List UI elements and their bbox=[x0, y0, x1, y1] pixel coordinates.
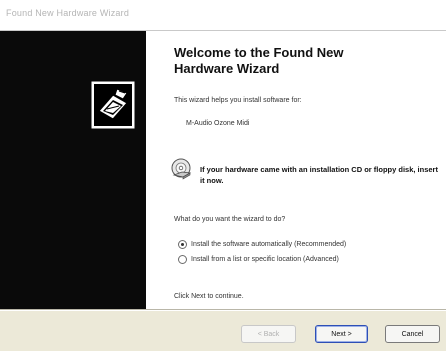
wizard-heading: Welcome to the Found New Hardware Wizard bbox=[174, 45, 344, 76]
hardware-install-icon bbox=[91, 81, 135, 129]
option-label: Install from a list or specific location… bbox=[191, 255, 339, 263]
back-button[interactable]: < Back bbox=[241, 325, 296, 343]
cd-instruction: If your hardware came with an installati… bbox=[200, 165, 438, 185]
radio-install-from-list[interactable] bbox=[178, 254, 187, 264]
option-label: Install the software automatically (Reco… bbox=[191, 240, 347, 248]
option-install-automatically[interactable]: Install the software automatically (Reco… bbox=[178, 238, 346, 250]
wizard-side-panel bbox=[0, 31, 146, 309]
cancel-button[interactable]: Cancel bbox=[385, 325, 440, 343]
device-name: M-Audio Ozone Midi bbox=[186, 120, 250, 127]
window-title: Found New Hardware Wizard bbox=[6, 8, 130, 18]
option-install-from-list[interactable]: Install from a list or specific location… bbox=[178, 253, 339, 265]
bottom-divider bbox=[0, 309, 446, 311]
cd-install-icon bbox=[171, 158, 192, 180]
title-bar[interactable]: Found New Hardware Wizard bbox=[0, 0, 446, 31]
radio-install-automatically[interactable] bbox=[178, 239, 187, 249]
wizard-main-panel: Welcome to the Found New Hardware Wizard… bbox=[146, 31, 446, 309]
next-button[interactable]: Next > bbox=[315, 325, 368, 343]
wizard-window: Found New Hardware Wizard Welcome to the… bbox=[0, 0, 446, 351]
continue-text: Click Next to continue. bbox=[174, 293, 244, 300]
wizard-question: What do you want the wizard to do? bbox=[174, 216, 286, 223]
intro-text: This wizard helps you install software f… bbox=[174, 97, 302, 104]
